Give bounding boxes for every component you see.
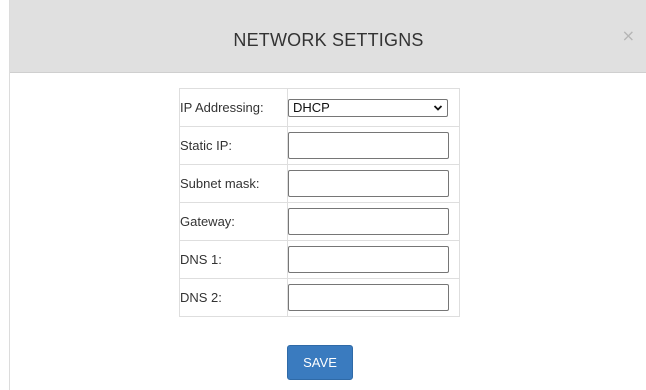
dns-2-label: DNS 2: — [179, 278, 288, 317]
static-ip-label: Static IP: — [179, 126, 288, 165]
modal-header: NETWORK SETTIGNS × — [10, 0, 646, 73]
row-dns-2: DNS 2: — [179, 278, 460, 317]
dns-1-label: DNS 1: — [179, 240, 288, 279]
ip-addressing-value: DHCP — [293, 100, 330, 115]
row-gateway: Gateway: — [179, 202, 460, 241]
ip-addressing-label: IP Addressing: — [179, 88, 288, 127]
row-dns-1: DNS 1: — [179, 240, 460, 279]
row-subnet-mask: Subnet mask: — [179, 164, 460, 203]
subnet-mask-label: Subnet mask: — [179, 164, 288, 203]
modal-title: NETWORK SETTIGNS — [233, 30, 424, 50]
save-button[interactable]: SAVE — [287, 345, 353, 380]
row-ip-addressing: IP Addressing: DHCP — [179, 88, 460, 127]
ip-addressing-select[interactable]: DHCP — [288, 98, 448, 117]
row-static-ip: Static IP: — [179, 126, 460, 165]
static-ip-input[interactable] — [288, 132, 449, 159]
gateway-input[interactable] — [288, 208, 449, 235]
gateway-label: Gateway: — [179, 202, 288, 241]
network-settings-table: IP Addressing: DHCP Static IP: Subnet ma… — [179, 88, 460, 317]
close-icon[interactable]: × — [622, 28, 635, 44]
chevron-down-icon — [433, 104, 443, 111]
subnet-mask-input[interactable] — [288, 170, 449, 197]
dns-2-input[interactable] — [288, 284, 449, 311]
dns-1-input[interactable] — [288, 246, 449, 273]
